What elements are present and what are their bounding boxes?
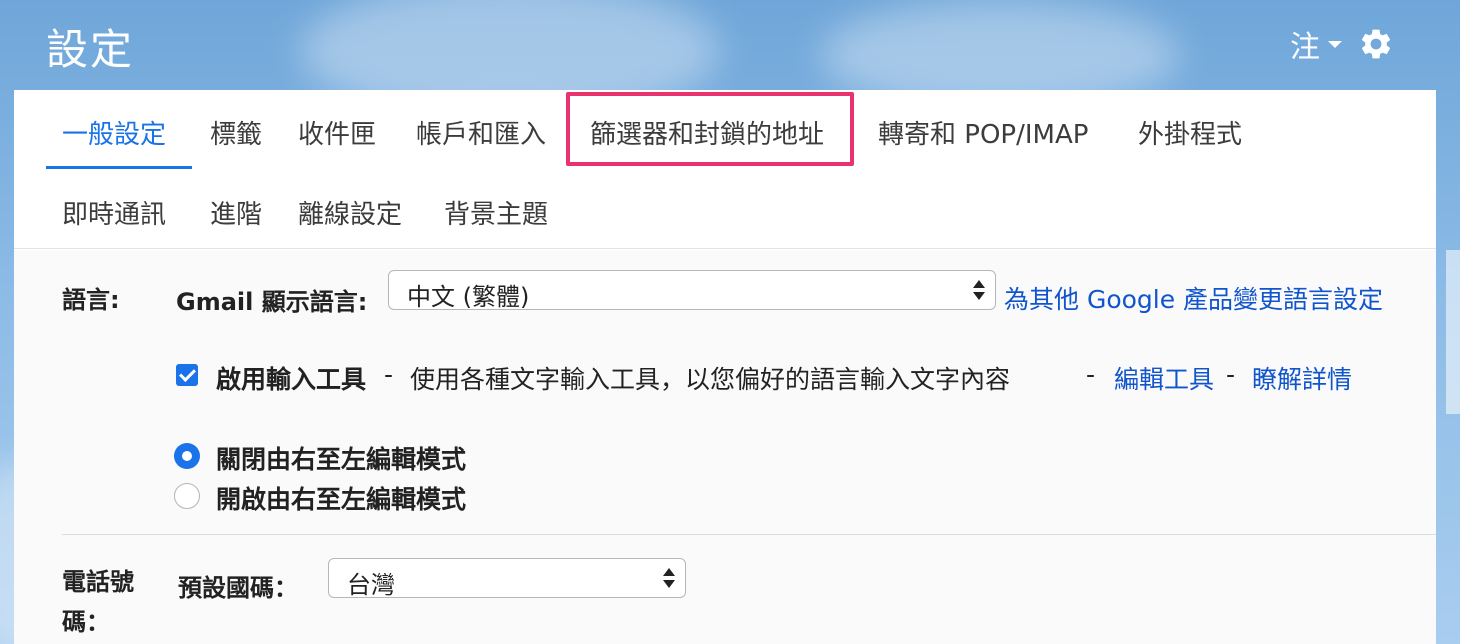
select-arrows-icon <box>663 566 675 590</box>
input-tools-separator: - <box>384 360 394 389</box>
tab-addons[interactable]: 外掛程式 <box>1138 114 1242 151</box>
display-language-select[interactable]: 中文 (繁體) <box>388 270 996 311</box>
phone-section-label: 電話號 <box>62 568 134 596</box>
rtl-off-radio[interactable] <box>174 443 200 469</box>
display-language-value: 中文 (繁體) <box>407 283 530 311</box>
other-products-language-link[interactable]: 為其他 Google 產品變更語言設定 <box>1004 280 1383 316</box>
input-tools-checkbox[interactable] <box>176 364 198 386</box>
tabs-divider <box>14 248 1436 249</box>
tab-advanced[interactable]: 進階 <box>210 194 262 231</box>
display-language-label: Gmail 顯示語言: <box>176 288 368 316</box>
scrollbar[interactable] <box>1446 250 1460 414</box>
tab-general[interactable]: 一般設定 <box>62 114 166 151</box>
input-tools-separator: - <box>1226 360 1236 389</box>
tab-offline[interactable]: 離線設定 <box>298 194 402 231</box>
page-title: 設定 <box>46 25 135 74</box>
rtl-on-label: 開啟由右至左編輯模式 <box>216 485 467 514</box>
country-code-value: 台灣 <box>347 571 395 599</box>
account-name[interactable]: 注 <box>1290 22 1320 66</box>
tab-accounts-import[interactable]: 帳戶和匯入 <box>416 114 546 151</box>
language-section-label: 語言: <box>62 286 120 314</box>
edit-tools-link[interactable]: 編輯工具 <box>1114 360 1214 396</box>
tab-labels[interactable]: 標籤 <box>210 114 262 151</box>
rtl-on-radio[interactable] <box>174 483 200 509</box>
input-tools-description: 使用各種文字輸入工具，以您偏好的語言輸入文字內容 <box>410 365 1011 394</box>
active-tab-indicator <box>46 166 192 169</box>
tab-inbox[interactable]: 收件匣 <box>298 114 376 151</box>
chevron-down-icon[interactable] <box>1328 40 1342 48</box>
gear-icon[interactable] <box>1358 26 1394 62</box>
section-divider <box>62 534 1436 535</box>
highlight-annotation <box>566 92 854 166</box>
tab-chat[interactable]: 即時通訊 <box>62 194 166 231</box>
input-tools-label: 啟用輸入工具 <box>216 365 367 394</box>
phone-section-label-cont: 碼： <box>62 608 110 636</box>
rtl-off-label: 關閉由右至左編輯模式 <box>216 445 467 474</box>
select-arrows-icon <box>973 278 985 302</box>
tab-themes[interactable]: 背景主題 <box>444 194 548 231</box>
learn-more-link[interactable]: 瞭解詳情 <box>1252 360 1352 396</box>
tab-forwarding-pop-imap[interactable]: 轉寄和 POP/IMAP <box>878 114 1088 151</box>
account-menu[interactable]: 注 <box>1290 22 1394 66</box>
country-code-select[interactable]: 台灣 <box>328 558 686 599</box>
country-code-label: 預設國碼： <box>178 574 298 602</box>
input-tools-separator: - <box>1086 360 1096 389</box>
